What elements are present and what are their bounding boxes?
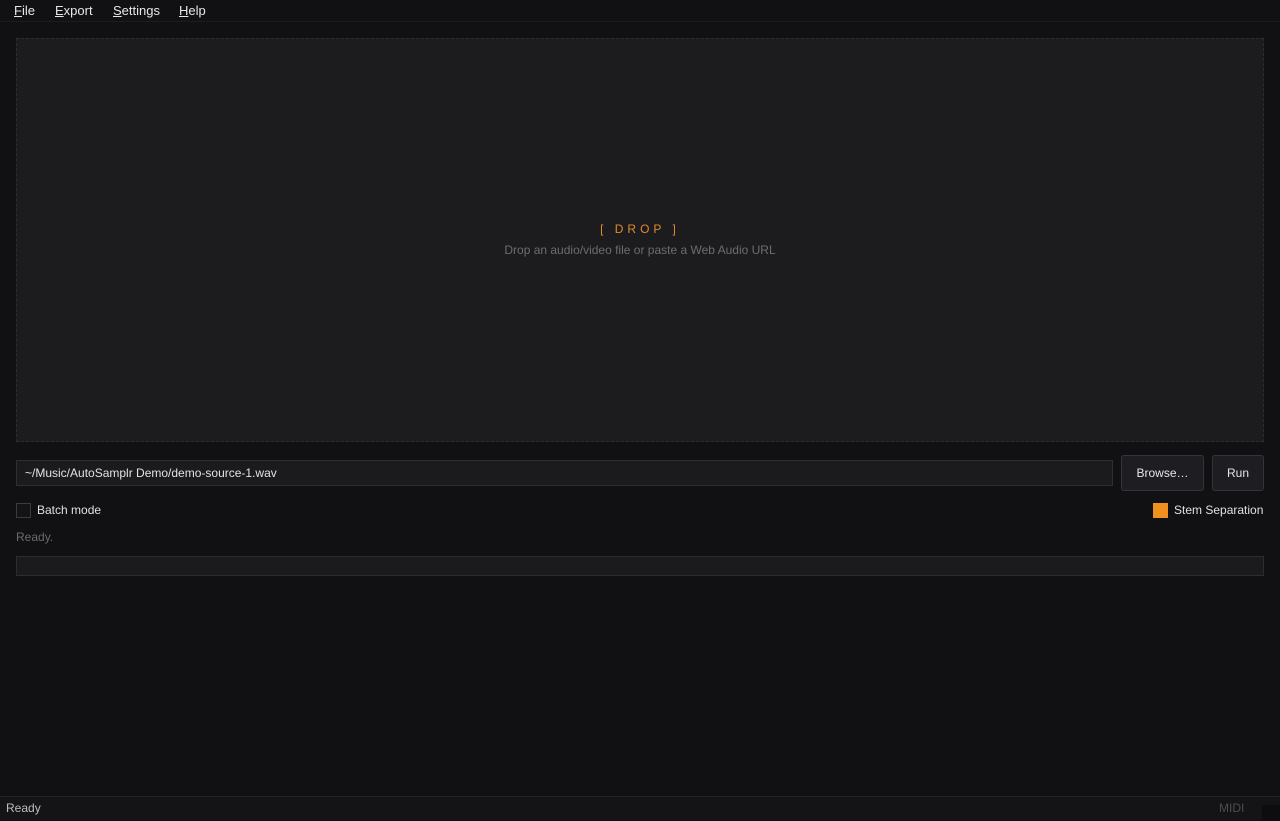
menu-file-label: ile [21, 3, 35, 18]
batch-mode-label: Batch mode [37, 503, 102, 517]
source-path-input[interactable] [16, 460, 1113, 486]
menu-export-label: xport [63, 3, 93, 18]
drop-zone-subtitle: Drop an audio/video file or paste a Web … [504, 243, 776, 257]
progress-bar [16, 556, 1264, 576]
drop-zone-title: [ DROP ] [600, 222, 680, 236]
menu-help[interactable]: Help [179, 3, 206, 18]
menu-file[interactable]: File [14, 3, 35, 18]
drop-zone[interactable] [16, 38, 1264, 442]
menu-export[interactable]: Export [55, 3, 93, 18]
run-button[interactable]: Run [1212, 455, 1264, 491]
stem-separation-checkbox[interactable] [1153, 503, 1168, 518]
menu-settings-mnemonic: S [113, 3, 122, 18]
midi-indicator: MIDI [1219, 801, 1245, 815]
menu-settings[interactable]: Settings [113, 3, 160, 18]
menu-file-mnemonic: F [14, 3, 22, 18]
resize-grip[interactable] [1262, 805, 1280, 821]
status-message: Ready. [16, 530, 54, 544]
browse-button[interactable]: Browse… [1121, 455, 1204, 491]
menu-help-mnemonic: H [179, 3, 189, 18]
menu-export-mnemonic: E [55, 3, 64, 18]
menu-bar: File Export Settings Help [0, 0, 1280, 22]
menu-settings-label: ettings [121, 3, 160, 18]
status-bar: Ready MIDI [0, 796, 1280, 821]
menu-help-label: elp [188, 3, 206, 18]
batch-mode-checkbox[interactable] [16, 503, 31, 518]
stem-separation-label: Stem Separation [1174, 503, 1264, 517]
status-bar-text: Ready [6, 801, 41, 815]
